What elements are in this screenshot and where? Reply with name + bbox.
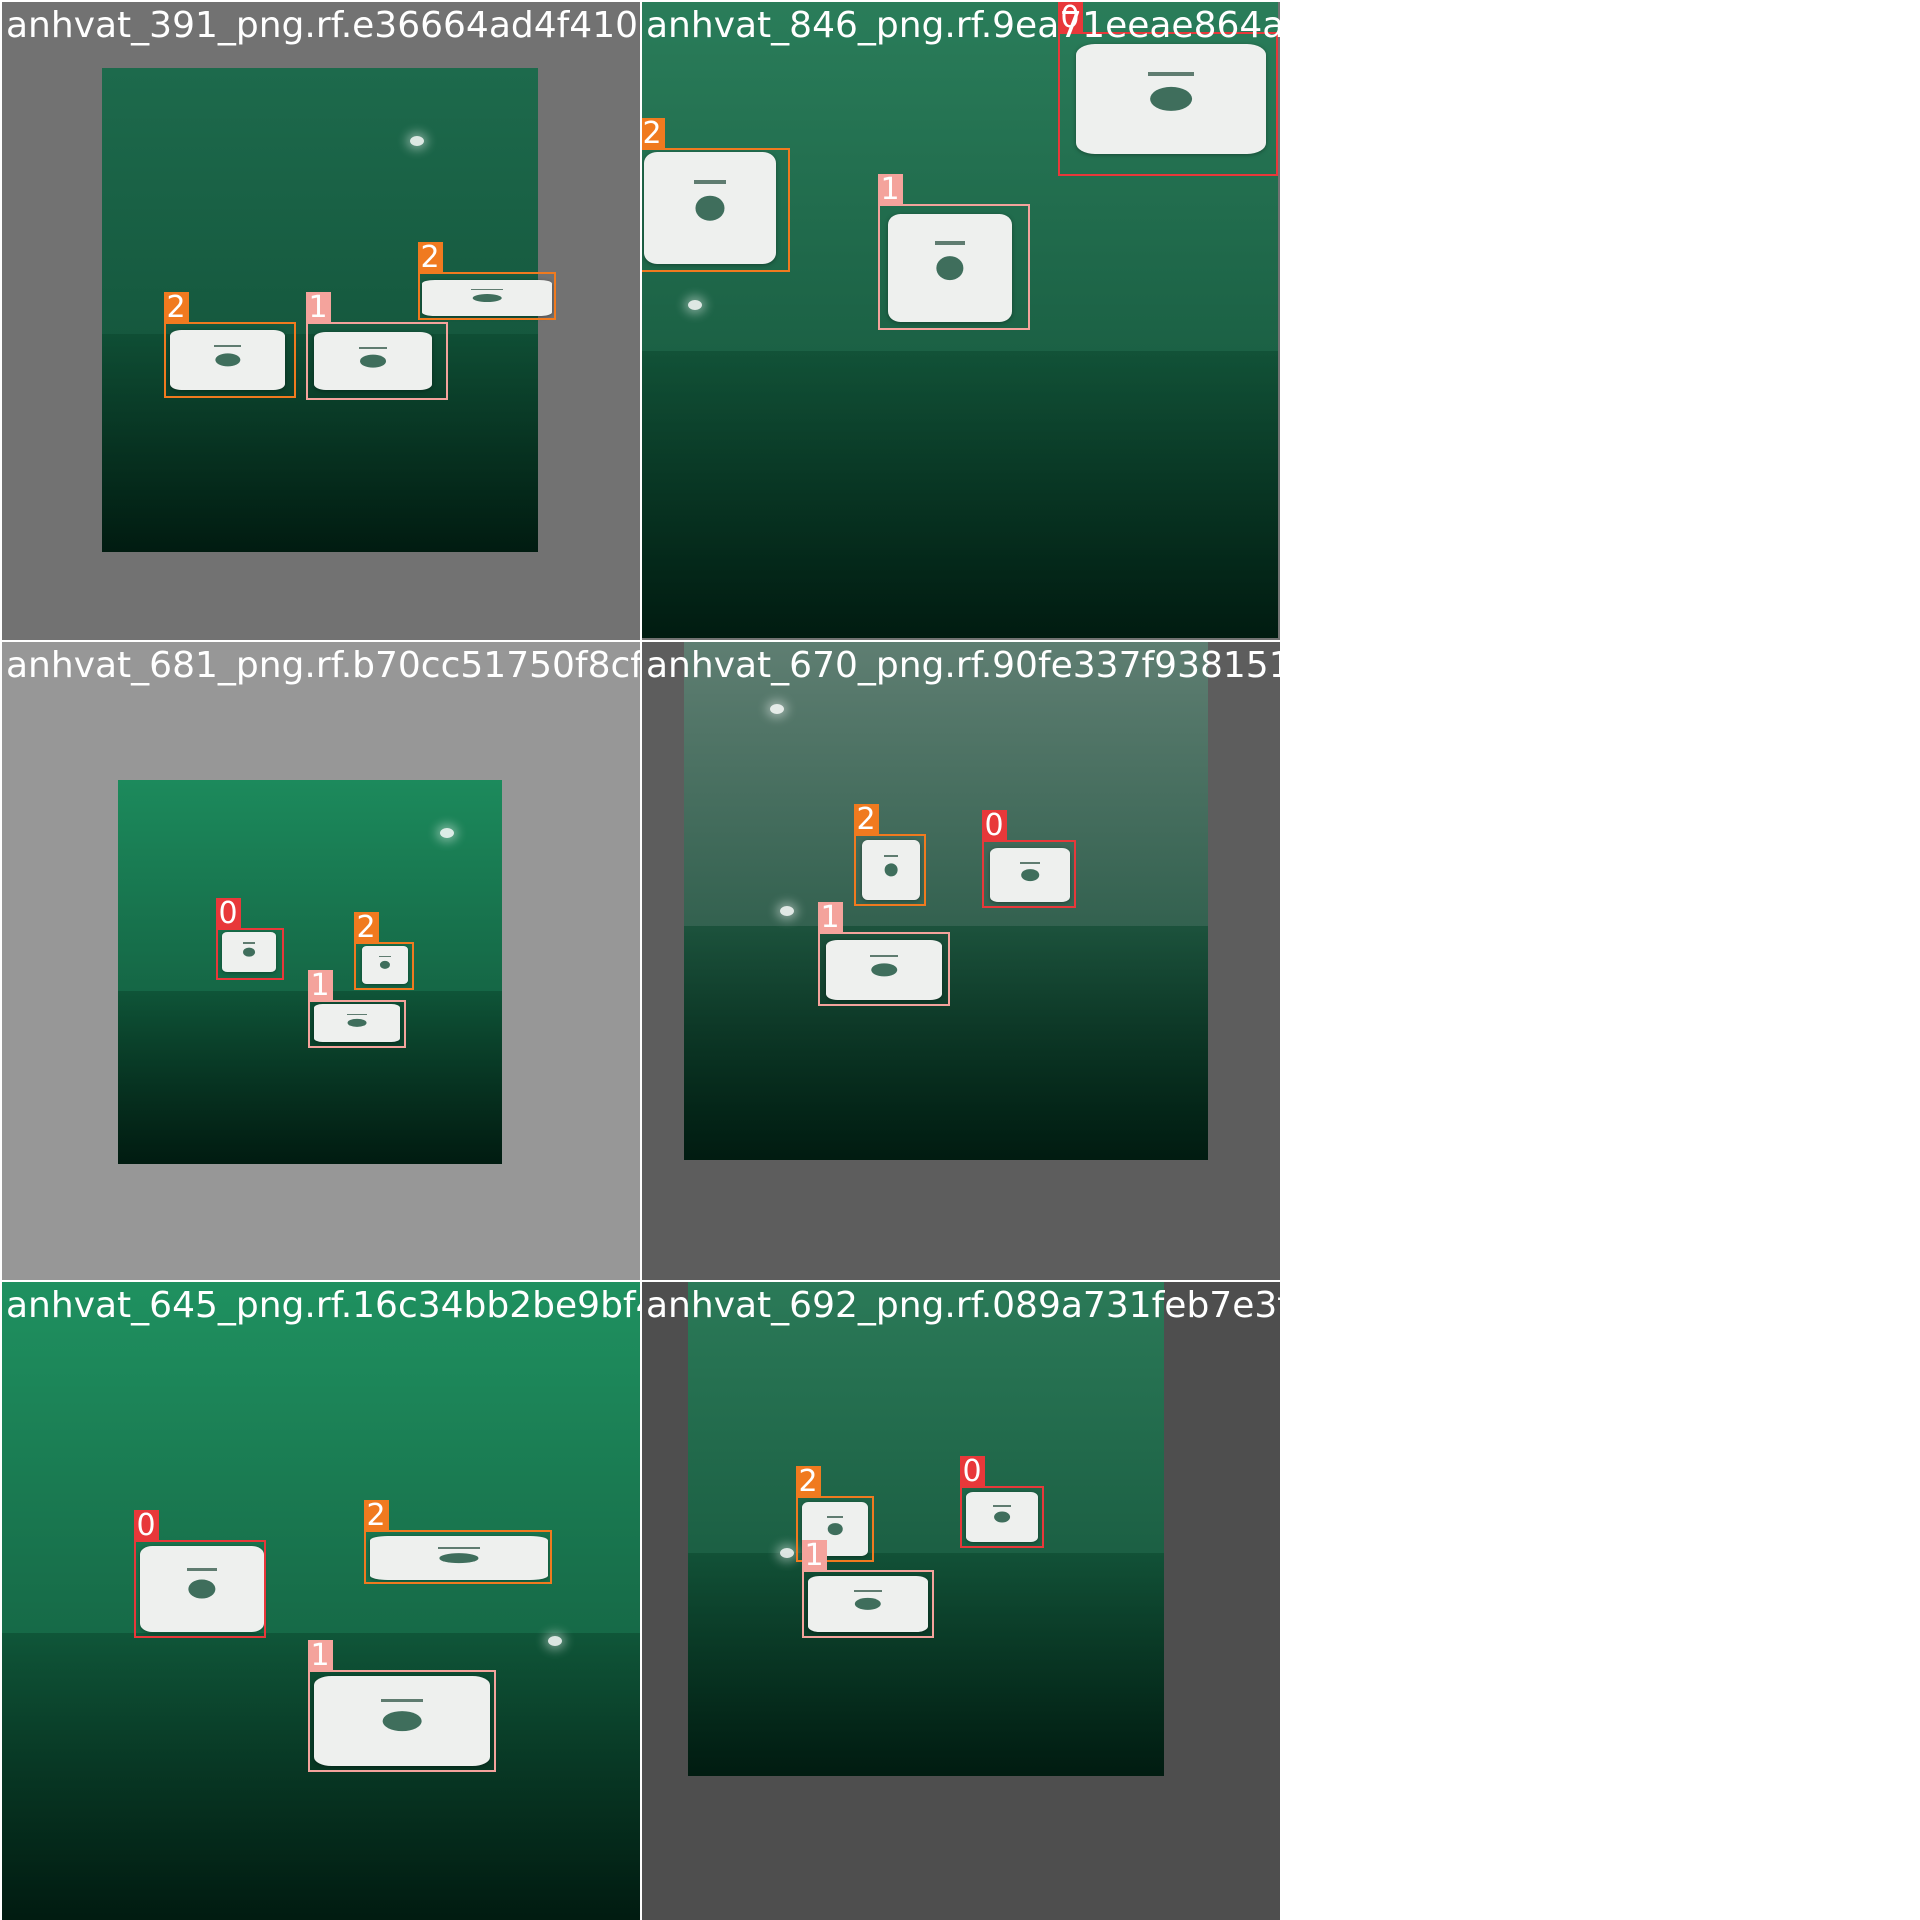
photo (684, 642, 1208, 1160)
class-label: 0 (133, 1510, 159, 1542)
light-reflection (770, 704, 784, 714)
class-label: 1 (305, 292, 331, 324)
bounding-box: 1 (817, 902, 950, 1006)
bounding-box: 0 (133, 1510, 266, 1638)
class-label: 1 (307, 1640, 333, 1672)
bounding-box: 1 (307, 970, 406, 1048)
light-reflection (548, 1636, 562, 1646)
bounding-box: 0 (215, 898, 284, 980)
light-reflection (780, 1548, 794, 1558)
bounding-box: 1 (305, 292, 448, 400)
image-tile: 0 2 1 (2, 1282, 640, 1920)
light-reflection (440, 828, 454, 838)
image-tile: 2 0 1 (642, 1282, 1280, 1920)
image-tile: 0 21 (2, 642, 640, 1280)
class-label: 0 (215, 898, 241, 930)
bounding-box: 0 (959, 1456, 1044, 1548)
dark-table-region (642, 350, 1278, 638)
photo (2, 1282, 640, 1920)
class-label: 0 (981, 810, 1007, 842)
bounding-box: 2 (163, 292, 296, 398)
bounding-box: 2 (417, 242, 556, 320)
image-tile: 2 1 2 (2, 2, 640, 640)
class-label: 2 (642, 118, 665, 150)
class-label: 2 (353, 912, 379, 944)
image-filename: anhvat_846_png.rf.9ea71eeae864ae053f1786… (646, 5, 1503, 46)
class-label: 1 (877, 174, 903, 206)
class-label: 1 (817, 902, 843, 934)
bounding-box: 2 (353, 912, 414, 990)
image-filename: anhvat_692_png.rf.089a731feb7e3f2dce5db1 (646, 1285, 1470, 1326)
bounding-box: 2 (853, 804, 926, 906)
bounding-box: 1 (307, 1640, 496, 1772)
class-label: 2 (417, 242, 443, 274)
detection-mosaic: 2 1 2 anhvat_391_png.rf.e36664ad4f41057ba08… (0, 0, 1920, 1920)
image-tile: 2 0 1 (642, 642, 1280, 1280)
bounding-box: 1 (801, 1540, 934, 1638)
bounding-box: 2 (642, 118, 790, 272)
light-reflection (688, 300, 702, 310)
light-reflection (410, 136, 424, 146)
class-label: 2 (795, 1466, 821, 1498)
light-reflection (780, 906, 794, 916)
class-label: 0 (959, 1456, 985, 1488)
bounding-box: 2 (363, 1500, 552, 1584)
bounding-box: 1 (877, 174, 1030, 330)
bounding-box: 0 (981, 810, 1076, 908)
image-filename: anhvat_670_png.rf.90fe337f938151edf643ef (646, 645, 1453, 686)
class-label: 2 (163, 292, 189, 324)
image-tile: 0 2 1 (642, 2, 1280, 640)
photo (688, 1282, 1164, 1776)
class-label: 2 (363, 1500, 389, 1532)
class-label: 2 (853, 804, 879, 836)
class-label: 1 (801, 1540, 827, 1572)
class-label: 1 (307, 970, 333, 1002)
bounding-box: 0 (1057, 2, 1278, 176)
